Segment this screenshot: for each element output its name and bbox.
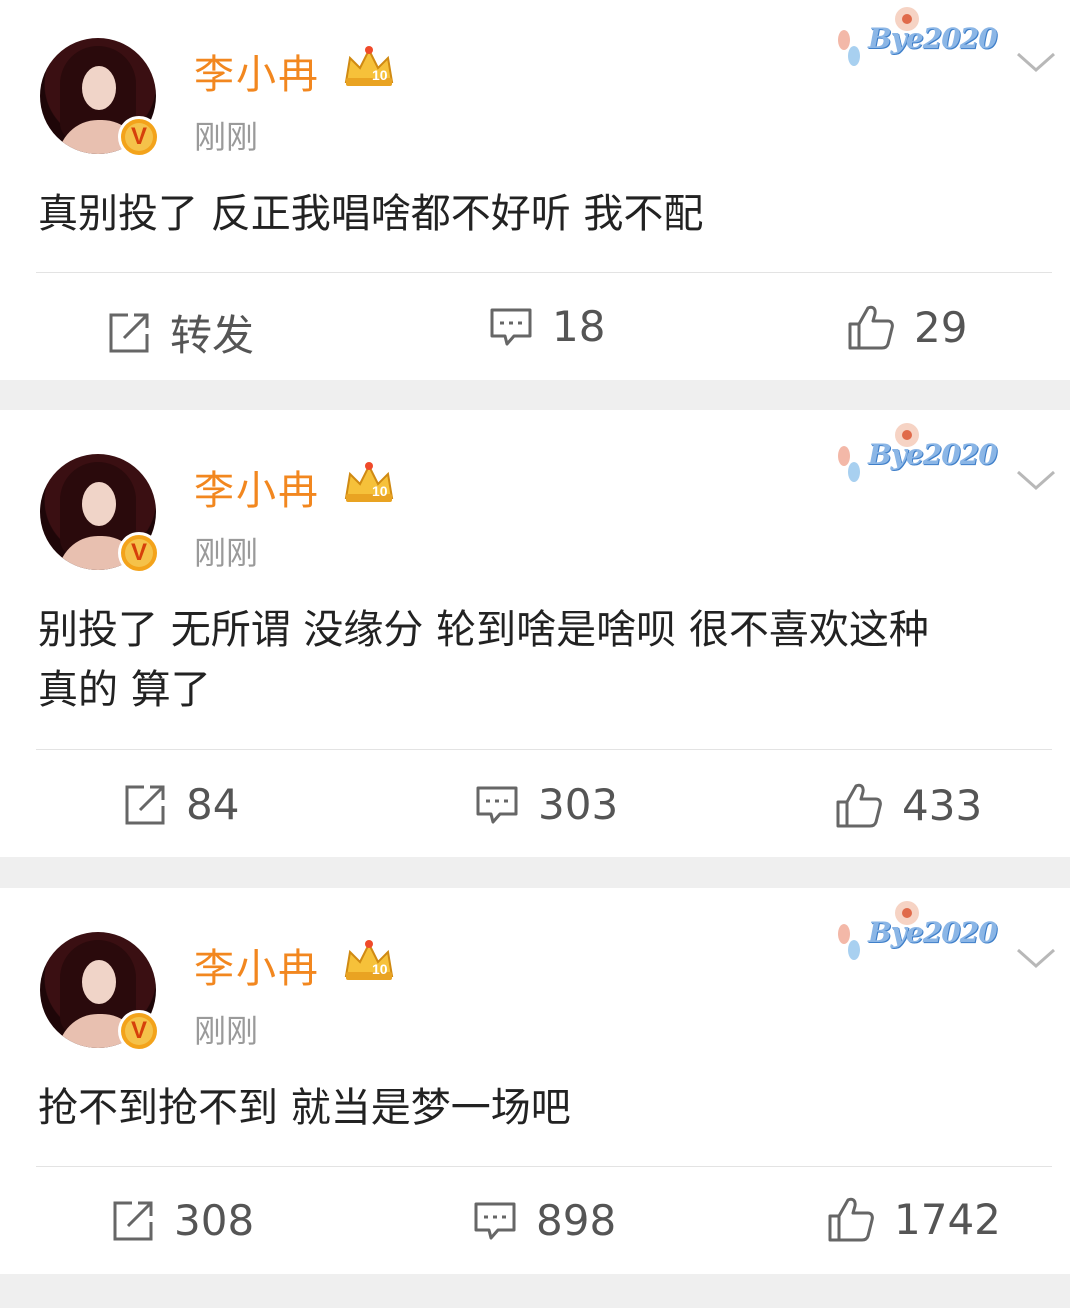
divider <box>36 1166 1052 1167</box>
comment-count: 18 <box>552 302 606 351</box>
author-name[interactable]: 李小冉 <box>194 42 320 100</box>
post-content: 抢不到抢不到 就当是梦一场吧 <box>38 1078 1048 1138</box>
comment-button[interactable]: 303 <box>474 780 618 829</box>
share-icon <box>109 313 149 352</box>
comment-count: 898 <box>536 1196 617 1245</box>
comment-count: 303 <box>538 780 619 829</box>
content-line: 真别投了 反正我唱啥都不好听 我不配 <box>38 191 704 237</box>
post-card: V 李小冉 10 刚刚 Bye2020 别投了 无所谓 没缘分 轮到啥是啥呗 很… <box>0 410 1070 857</box>
comment-icon <box>476 786 518 823</box>
content-line: 抢不到抢不到 就当是梦一场吧 <box>38 1085 571 1131</box>
like-icon <box>828 1197 874 1242</box>
repost-button[interactable]: 308 <box>110 1196 254 1245</box>
chevron-down-icon[interactable] <box>1014 944 1058 972</box>
comment-icon <box>474 1202 516 1239</box>
crown-badge-icon[interactable]: 10 <box>342 460 396 504</box>
share-icon <box>113 1201 153 1240</box>
repost-label: 转发 <box>170 311 255 360</box>
repost-button[interactable]: 转发 <box>106 302 254 363</box>
post-time: 刚刚 <box>194 534 259 572</box>
comment-button[interactable]: 18 <box>488 302 605 351</box>
like-button[interactable]: 1742 <box>826 1194 1001 1244</box>
svg-text:10: 10 <box>372 67 388 83</box>
svg-text:10: 10 <box>372 483 388 499</box>
chevron-down-icon[interactable] <box>1014 48 1058 76</box>
like-count: 433 <box>902 780 983 830</box>
comment-button[interactable]: 898 <box>472 1196 616 1245</box>
post-time: 刚刚 <box>194 118 259 156</box>
divider <box>36 749 1052 750</box>
divider <box>36 272 1052 273</box>
share-icon <box>125 785 165 824</box>
crown-badge-icon[interactable]: 10 <box>342 44 396 88</box>
like-count: 29 <box>914 302 968 352</box>
post-content: 真别投了 反正我唱啥都不好听 我不配 <box>38 184 1048 244</box>
repost-count: 84 <box>186 780 240 829</box>
like-button[interactable]: 433 <box>834 780 982 830</box>
repost-count: 308 <box>174 1196 255 1245</box>
chevron-down-icon[interactable] <box>1014 466 1058 494</box>
like-count: 1742 <box>894 1194 1001 1244</box>
repost-button[interactable]: 84 <box>122 780 239 829</box>
like-icon <box>836 783 882 828</box>
verified-badge-icon: V <box>118 1010 160 1052</box>
author-name[interactable]: 李小冉 <box>194 936 320 994</box>
crown-badge-icon[interactable]: 10 <box>342 938 396 982</box>
post-card: V 李小冉 10 刚刚 Bye2020 真别投了 反正我唱啥都不好听 我不配 转… <box>0 0 1070 380</box>
decoration-sticker: Bye2020 <box>832 7 1002 74</box>
post-content: 别投了 无所谓 没缘分 轮到啥是啥呗 很不喜欢这种 真的 算了 <box>38 600 1048 720</box>
author-name[interactable]: 李小冉 <box>194 458 320 516</box>
decoration-sticker: Bye2020 <box>832 423 1002 490</box>
svg-text:10: 10 <box>372 961 388 977</box>
verified-badge-icon: V <box>118 116 160 158</box>
comment-icon <box>490 308 532 345</box>
content-line: 真的 算了 <box>38 667 211 713</box>
content-line: 别投了 无所谓 没缘分 轮到啥是啥呗 很不喜欢这种 <box>38 607 929 653</box>
post-card: V 李小冉 10 刚刚 Bye2020 抢不到抢不到 就当是梦一场吧 308 8… <box>0 888 1070 1274</box>
decoration-sticker: Bye2020 <box>832 901 1002 968</box>
like-button[interactable]: 29 <box>846 302 967 352</box>
verified-badge-icon: V <box>118 532 160 574</box>
post-time: 刚刚 <box>194 1012 259 1050</box>
like-icon <box>848 305 894 350</box>
